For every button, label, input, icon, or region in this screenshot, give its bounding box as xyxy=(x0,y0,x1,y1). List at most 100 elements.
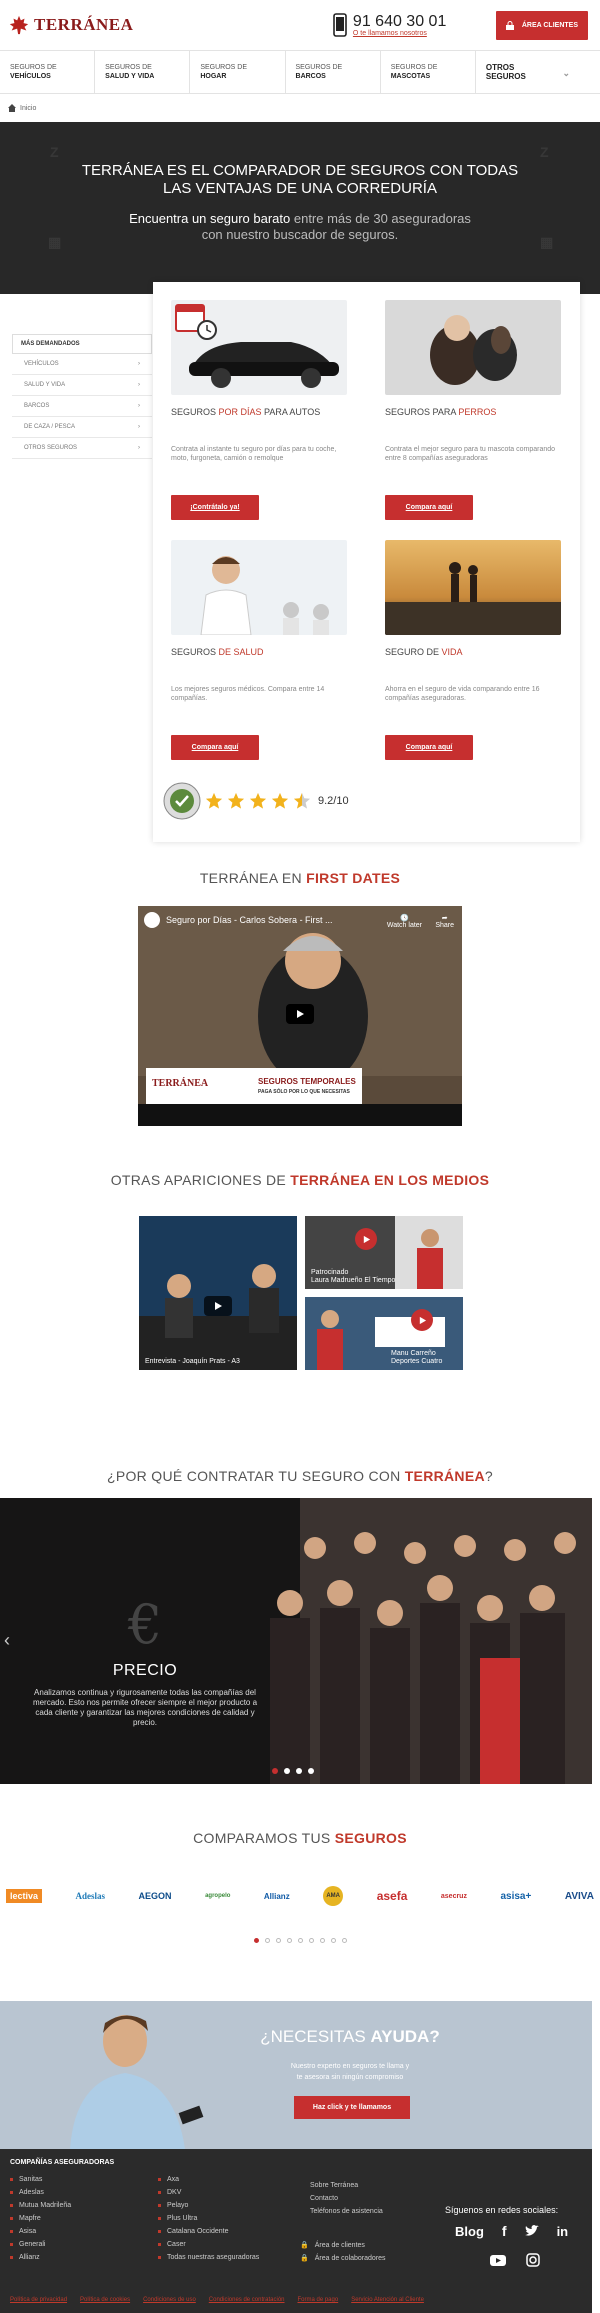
insurer-logo[interactable]: Allianz xyxy=(264,1892,290,1901)
insurer-logo[interactable]: asefa xyxy=(377,1889,408,1903)
footer-link[interactable]: Adeslas xyxy=(10,2186,71,2199)
product-title[interactable]: SEGUROS PARA PERROS xyxy=(385,407,561,417)
media-video[interactable]: Patrocinado Laura Madrueño El Tiempo xyxy=(305,1216,463,1289)
insurer-logo[interactable]: AMA xyxy=(323,1886,344,1906)
video-title[interactable]: Seguro por Días - Carlos Sobera - First … xyxy=(166,915,333,925)
channel-avatar[interactable] xyxy=(144,912,160,928)
pager-dot[interactable] xyxy=(275,1938,281,1943)
play-button[interactable] xyxy=(411,1309,433,1331)
footer-link[interactable]: 🔒 Área de colaboradores xyxy=(300,2252,386,2265)
side-menu-item[interactable]: OTROS SEGUROS › xyxy=(12,438,152,459)
carousel-prev-icon[interactable]: ‹ xyxy=(4,1630,10,1651)
pager-dot[interactable] xyxy=(264,1938,270,1943)
legal-link[interactable]: Servicio Atención al Cliente xyxy=(351,2297,424,2303)
pager-dot[interactable] xyxy=(319,1938,325,1943)
footer-link[interactable]: Generali xyxy=(10,2238,71,2251)
insurer-logo[interactable]: agropelo xyxy=(205,1893,230,1899)
footer-link[interactable]: Sobre Terránea xyxy=(310,2179,383,2192)
callback-link[interactable]: O te llamamos nosotros xyxy=(353,30,446,37)
carousel-dot[interactable] xyxy=(308,1768,314,1774)
carousel-dot[interactable] xyxy=(284,1768,290,1774)
pager-dot[interactable] xyxy=(308,1938,314,1943)
compara-button[interactable]: Compara aquí xyxy=(385,495,473,520)
legal-link[interactable]: Condiciones de uso xyxy=(143,2297,196,2303)
site-logo[interactable]: TERRÁNEA xyxy=(8,14,133,36)
insurer-logo[interactable]: asisa+ xyxy=(500,1891,531,1902)
home-icon[interactable] xyxy=(8,104,16,112)
side-menu-item[interactable]: DE CAZA / PESCA › xyxy=(12,417,152,438)
legal-link[interactable]: Condiciones de contratación xyxy=(209,2297,285,2303)
client-area-button[interactable]: ÁREA CLIENTES xyxy=(495,10,588,40)
footer-link[interactable]: Axa xyxy=(158,2173,259,2186)
couple-beach-image[interactable] xyxy=(385,540,561,635)
call-me-button[interactable]: Haz click y te llamamos xyxy=(294,2096,410,2119)
carousel-dot[interactable] xyxy=(296,1768,302,1774)
footer-link[interactable]: 🔒 Área de clientes xyxy=(300,2239,386,2252)
play-button[interactable] xyxy=(204,1296,232,1316)
footer-link[interactable]: Pelayo xyxy=(158,2199,259,2212)
footer-link[interactable]: Catalana Occidente xyxy=(158,2225,259,2238)
carousel-dot-active[interactable] xyxy=(272,1768,278,1774)
footer-link[interactable]: Sanitas xyxy=(10,2173,71,2186)
product-title[interactable]: SEGUROS DE SALUD xyxy=(171,647,347,657)
media-video[interactable]: Entrevista - Joaquín Prats - A3 xyxy=(139,1216,297,1370)
share-button[interactable]: ➦ Share xyxy=(435,914,454,929)
pager-dot[interactable] xyxy=(297,1938,303,1943)
nav-item-vehiculos[interactable]: SEGUROS DE VEHÍCULOS xyxy=(0,51,96,93)
footer-link[interactable]: Contacto xyxy=(310,2192,383,2205)
nav-item-barcos[interactable]: SEGUROS DE BARCOS xyxy=(286,51,381,93)
doctor-image[interactable] xyxy=(171,540,347,635)
pager-dot[interactable] xyxy=(330,1938,336,1943)
twitter-icon[interactable] xyxy=(524,2225,539,2237)
footer-link[interactable]: Allianz xyxy=(10,2251,71,2264)
compara-button[interactable]: Compara aquí xyxy=(171,735,259,760)
nav-item-top: SEGUROS DE xyxy=(390,64,438,71)
product-title[interactable]: SEGURO DE VIDA xyxy=(385,647,561,657)
phone-number[interactable]: 91 640 30 01 xyxy=(353,13,446,30)
breadcrumb-home[interactable]: Inicio xyxy=(20,105,36,112)
legal-link[interactable]: Política de privacidad xyxy=(10,2297,67,2303)
watch-later-button[interactable]: 🕓 Watch later xyxy=(387,914,422,929)
nav-item-hogar[interactable]: SEGUROS DE HOGAR xyxy=(190,51,286,93)
pager-dot-active[interactable] xyxy=(253,1938,259,1943)
dog-image[interactable] xyxy=(385,300,561,395)
pager-dot[interactable] xyxy=(286,1938,292,1943)
footer-link[interactable]: Caser xyxy=(158,2238,259,2251)
contratalo-button[interactable]: ¡Contrátalo ya! xyxy=(171,495,259,520)
footer-link[interactable]: Mutua Madrileña xyxy=(10,2199,71,2212)
legal-link[interactable]: Forma de pago xyxy=(298,2297,339,2303)
blog-link[interactable]: Blog xyxy=(455,2224,484,2239)
facebook-icon[interactable]: f xyxy=(502,2223,507,2239)
pager-dot[interactable] xyxy=(341,1938,347,1943)
media-video[interactable]: Patrocinado Manu Carreño Deportes Cuatro xyxy=(305,1297,463,1370)
legal-link[interactable]: Política de cookies xyxy=(80,2297,130,2303)
side-menu-item[interactable]: SALUD Y VIDA › xyxy=(12,375,152,396)
why-title: ¿POR QUÉ CONTRATAR TU SEGURO CON TERRÁNE… xyxy=(0,1468,600,1484)
compara-button[interactable]: Compara aquí xyxy=(385,735,473,760)
nav-item-otros[interactable]: OTROS SEGUROS ⌄ xyxy=(476,51,600,93)
play-button[interactable] xyxy=(355,1228,377,1250)
play-button[interactable] xyxy=(286,1004,314,1024)
insurer-logo[interactable]: lectiva xyxy=(6,1889,43,1903)
first-dates-video[interactable]: Seguro por Días - Carlos Sobera - First … xyxy=(138,906,462,1126)
insurer-logo[interactable]: AEGON xyxy=(139,1891,172,1901)
side-menu-item[interactable]: VEHÍCULOS › xyxy=(12,354,152,375)
car-image[interactable] xyxy=(171,300,347,395)
product-title[interactable]: SEGUROS POR DÍAS PARA AUTOS xyxy=(171,407,347,417)
footer-link[interactable]: Teléfonos de asistencia xyxy=(310,2205,383,2218)
insurer-logo[interactable]: asecruz xyxy=(441,1893,467,1900)
product-description: Ahorra en el seguro de vida comparando e… xyxy=(385,686,540,702)
insurer-logo[interactable]: Adeslas xyxy=(76,1891,106,1901)
side-menu-item[interactable]: BARCOS › xyxy=(12,396,152,417)
footer-link[interactable]: Plus Ultra xyxy=(158,2212,259,2225)
linkedin-icon[interactable]: in xyxy=(557,2224,569,2239)
nav-item-mascotas[interactable]: SEGUROS DE MASCOTAS xyxy=(381,51,476,93)
footer-link[interactable]: Todas nuestras aseguradoras xyxy=(158,2251,259,2264)
nav-item-salud[interactable]: SEGUROS DE SALUD Y VIDA xyxy=(95,51,191,93)
footer-link[interactable]: DKV xyxy=(158,2186,259,2199)
youtube-icon[interactable] xyxy=(490,2254,506,2266)
instagram-icon[interactable] xyxy=(526,2253,540,2267)
insurer-logo[interactable]: AVIVA xyxy=(565,1891,594,1902)
footer-link[interactable]: Asisa xyxy=(10,2225,71,2238)
footer-link[interactable]: Mapfre xyxy=(10,2212,71,2225)
